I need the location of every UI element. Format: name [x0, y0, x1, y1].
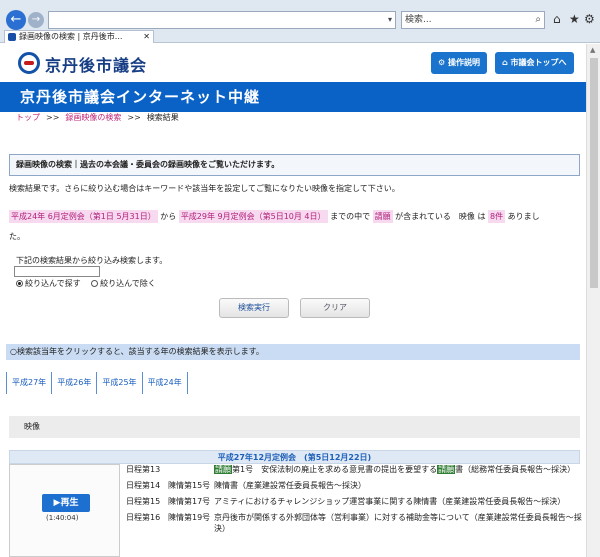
notice-box: 録画映像の検索｜過去の本会議・委員会の録画映像をご覧いただけます。 [9, 154, 580, 176]
search-icon[interactable]: ⌕ [535, 12, 541, 28]
agenda-number: 陳情第17号 [168, 497, 211, 506]
breadcrumb-current: 検索結果 [146, 113, 179, 122]
agenda-title: 請願第1号 安保法制の廃止を求める意見書の提出を要望する請願書（総務常任委員長報… [126, 464, 582, 475]
clear-button[interactable]: クリア [300, 298, 370, 318]
agenda-number: 陳情第19号 [168, 513, 211, 522]
breadcrumb: トップ >> 録画映像の検索 >> 検索結果 [16, 112, 179, 124]
scroll-up-icon[interactable]: ▲ [590, 46, 595, 54]
refine-options: 絞り込んで探す 絞り込んで除く [16, 278, 164, 289]
year-link-h27[interactable]: 平成27年 [6, 372, 53, 394]
agenda-no: 日程第16 [126, 513, 161, 522]
year-tabs: 平成27年 平成26年 平成25年 平成24年 [6, 372, 188, 394]
condition-from-suffix: から [160, 212, 177, 221]
radio-dot [91, 280, 99, 287]
agenda-no: 日程第14 [126, 481, 161, 490]
agenda-list: 日程第13 請願第1号 安保法制の廃止を求める意見書の提出を要望する請願書（総務… [126, 464, 582, 539]
browser-search-input[interactable]: 検索... ⌕ [401, 11, 545, 29]
agenda-title-text: 第1号 安保法制の廃止を求める意見書の提出を要望する [232, 465, 438, 474]
list-item[interactable]: 日程第13 請願第1号 安保法制の廃止を求める意見書の提出を要望する請願書（総務… [126, 464, 582, 475]
radio-include-label: 絞り込んで探す [25, 279, 81, 288]
condition-end2: た。 [9, 232, 25, 241]
year-link-h25[interactable]: 平成25年 [97, 372, 143, 394]
tab-title: 録画映像の検索 | 京丹後市... [19, 32, 123, 41]
agenda-title-post: 書（総務常任委員長報告～採決） [455, 465, 576, 474]
browser-search-placeholder: 検索... [405, 15, 432, 25]
execute-search-button[interactable]: 検索実行 [219, 298, 289, 318]
back-arrow-icon[interactable]: ← [6, 10, 26, 30]
council-top-button[interactable]: ⌂ 市議会トップへ [495, 52, 574, 74]
condition-end: ありまし [507, 212, 540, 221]
condition-mid2: が含まれている 映像 は [395, 212, 486, 221]
condition-keyword: 請願 [372, 210, 393, 223]
condition-from: 平成24年 6月定例会（第1日 5月31日） [9, 210, 158, 223]
breadcrumb-search-link[interactable]: 録画映像の検索 [65, 113, 121, 122]
radio-exclude-label: 絞り込んで除く [100, 279, 156, 288]
condition-to: 平成29年 9月定例会（第5日10月 4日） [178, 210, 328, 223]
refine-keyword-input[interactable] [14, 266, 100, 277]
help-button[interactable]: ⚙ 操作説明 [431, 52, 487, 74]
video-section-header: 映像 [9, 416, 580, 438]
browser-tab[interactable]: 録画映像の検索 | 京丹後市... ✕ [4, 30, 154, 43]
session-title[interactable]: 平成27年12月定例会 (第5日12月22日) [9, 450, 580, 464]
keyword-highlight: 請願 [437, 465, 456, 474]
radio-dot [16, 280, 23, 287]
help-gear-icon: ⚙ [438, 58, 448, 67]
year-link-h26[interactable]: 平成26年 [52, 372, 98, 394]
home-icon[interactable]: ⌂ [553, 12, 561, 26]
intro-text: 検索結果です。さらに絞り込む場合はキーワードや該当年を設定してご覧になりたい映像… [9, 184, 400, 193]
browser-chrome: ← → ▾ 検索... ⌕ ⌂ ★ ⚙ 録画映像の検索 | 京丹後市... ✕ [0, 0, 600, 43]
vertical-scrollbar[interactable]: ▲ [586, 44, 600, 557]
list-item[interactable]: 日程第16 陳情第19号 京丹後市が関係する外郭団体等（営利事業）に対する補助金… [126, 512, 582, 534]
agenda-number: 陳情第15号 [168, 481, 211, 490]
breadcrumb-separator: >> [46, 113, 60, 122]
year-hint: ○検索該当年をクリックすると、該当する年の検索結果を表示します。 [6, 344, 580, 360]
search-condition: 平成24年 6月定例会（第1日 5月31日） から 平成29年 9月定例会（第5… [9, 207, 579, 247]
site-header: 京丹後市議会 ⚙ 操作説明 ⌂ 市議会トップへ [0, 44, 586, 80]
radio-exclude[interactable]: 絞り込んで除く [91, 278, 156, 289]
page-title: 京丹後市議会インターネット中継 [0, 82, 586, 112]
favicon-icon [8, 33, 16, 41]
refine-label: 下記の検索結果から絞り込み検索します。 [16, 256, 168, 265]
radio-include[interactable]: 絞り込んで探す [16, 278, 81, 289]
address-dropdown-icon[interactable]: ▾ [388, 15, 392, 24]
list-item[interactable]: 日程第14 陳情第15号 陳情書（産業建設常任委員長報告～採決） [126, 480, 582, 491]
play-button[interactable]: ▶再生 [42, 494, 90, 512]
close-icon[interactable]: ✕ [143, 31, 150, 43]
gear-icon[interactable]: ⚙ [584, 12, 595, 26]
keyword-highlight: 請願 [214, 465, 232, 474]
tab-strip: 録画映像の検索 | 京丹後市... ✕ [0, 30, 600, 43]
favorites-star-icon[interactable]: ★ [569, 12, 580, 26]
condition-count: 8件 [488, 210, 506, 223]
page-content: 京丹後市議会 ⚙ 操作説明 ⌂ 市議会トップへ 京丹後市議会インターネット中継 … [0, 44, 586, 557]
breadcrumb-separator: >> [127, 113, 141, 122]
forward-arrow-icon[interactable]: → [28, 12, 44, 28]
year-link-h24[interactable]: 平成24年 [143, 372, 188, 394]
breadcrumb-top-link[interactable]: トップ [16, 113, 40, 122]
city-emblem-icon[interactable] [18, 52, 40, 74]
home-link-icon: ⌂ [502, 58, 511, 67]
list-item[interactable]: 日程第15 陳情第17号 アミティにおけるチャレンジショップ運営事業に関する陳情… [126, 496, 582, 507]
condition-mid: までの中で [330, 212, 371, 221]
address-bar[interactable]: ▾ [48, 11, 396, 29]
agenda-no: 日程第13 [126, 465, 161, 474]
help-button-label: 操作説明 [447, 58, 480, 67]
scrollbar-thumb[interactable] [590, 58, 598, 288]
play-cell: ▶再生 (1:40:04) [9, 464, 120, 557]
agenda-no: 日程第15 [126, 497, 161, 506]
council-top-button-label: 市議会トップへ [510, 58, 567, 67]
play-duration: (1:40:04) [46, 514, 79, 522]
site-logo[interactable]: 京丹後市議会 [45, 52, 147, 76]
